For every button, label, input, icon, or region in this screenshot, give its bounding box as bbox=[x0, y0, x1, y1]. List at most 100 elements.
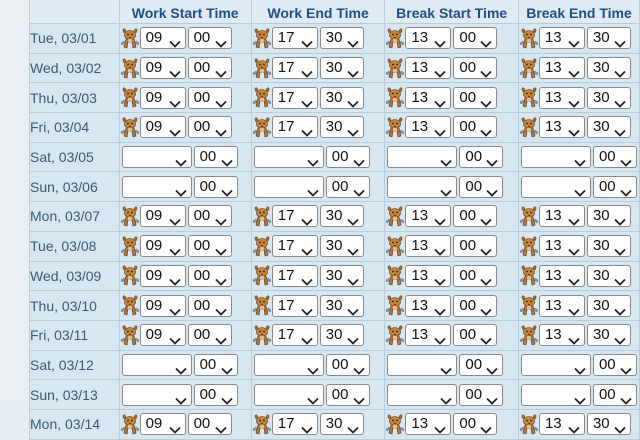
work-end-hour-select[interactable]: 17 bbox=[271, 116, 318, 139]
work-start-minute-select[interactable]: 00 bbox=[193, 353, 238, 376]
work-start-hour-select[interactable]: 09 bbox=[139, 294, 186, 317]
work-start-hour-select[interactable]: 09 bbox=[139, 235, 186, 258]
break-start-hour-select[interactable] bbox=[387, 146, 458, 169]
work-start-minute-select[interactable]: 00 bbox=[187, 116, 232, 139]
break-start-minute-select[interactable]: 00 bbox=[453, 27, 498, 50]
work-start-minute-select[interactable]: 00 bbox=[187, 264, 232, 287]
work-start-hour-select[interactable]: 09 bbox=[139, 264, 186, 287]
work-start-minute-select[interactable]: 00 bbox=[187, 413, 232, 436]
break-start-hour-select[interactable]: 13 bbox=[405, 86, 452, 109]
work-end-minute-select[interactable]: 30 bbox=[319, 57, 364, 80]
break-start-hour-select[interactable]: 13 bbox=[405, 324, 452, 347]
work-end-minute-select[interactable]: 30 bbox=[319, 413, 364, 436]
break-end-hour-select[interactable] bbox=[520, 146, 591, 169]
break-start-hour-select[interactable]: 13 bbox=[405, 413, 452, 436]
work-end-minute-select[interactable]: 30 bbox=[319, 86, 364, 109]
break-end-hour-select[interactable] bbox=[520, 175, 591, 198]
break-start-minute-select[interactable]: 00 bbox=[453, 324, 498, 347]
break-end-minute-select[interactable]: 30 bbox=[586, 264, 631, 287]
work-start-hour-select[interactable] bbox=[121, 146, 192, 169]
break-start-hour-select[interactable] bbox=[387, 175, 458, 198]
work-start-minute-select[interactable]: 00 bbox=[187, 86, 232, 109]
work-end-hour-select[interactable] bbox=[253, 146, 324, 169]
break-end-hour-select[interactable]: 13 bbox=[538, 57, 585, 80]
break-start-hour-select[interactable]: 13 bbox=[405, 205, 452, 228]
work-end-hour-select[interactable]: 17 bbox=[271, 235, 318, 258]
work-start-hour-select[interactable]: 09 bbox=[139, 86, 186, 109]
break-start-minute-select[interactable]: 00 bbox=[453, 294, 498, 317]
work-end-hour-select[interactable] bbox=[253, 383, 324, 406]
break-start-minute-select[interactable]: 00 bbox=[453, 116, 498, 139]
work-end-minute-select[interactable]: 30 bbox=[319, 264, 364, 287]
work-start-minute-select[interactable]: 00 bbox=[193, 175, 238, 198]
break-start-hour-select[interactable]: 13 bbox=[405, 116, 452, 139]
work-end-minute-select[interactable]: 00 bbox=[325, 353, 370, 376]
work-end-hour-select[interactable]: 17 bbox=[271, 413, 318, 436]
break-end-minute-select[interactable]: 30 bbox=[586, 57, 631, 80]
work-end-minute-select[interactable]: 00 bbox=[325, 383, 370, 406]
work-start-minute-select[interactable]: 00 bbox=[193, 146, 238, 169]
break-end-minute-select[interactable]: 30 bbox=[586, 27, 631, 50]
work-start-minute-select[interactable]: 00 bbox=[187, 294, 232, 317]
work-start-minute-select[interactable]: 00 bbox=[187, 27, 232, 50]
work-start-hour-select[interactable]: 09 bbox=[139, 57, 186, 80]
break-start-minute-select[interactable]: 00 bbox=[453, 264, 498, 287]
break-start-hour-select[interactable]: 13 bbox=[405, 294, 452, 317]
work-start-hour-select[interactable] bbox=[121, 353, 192, 376]
break-start-hour-select[interactable] bbox=[387, 353, 458, 376]
break-end-hour-select[interactable]: 13 bbox=[538, 27, 585, 50]
break-end-minute-select[interactable]: 30 bbox=[586, 116, 631, 139]
break-end-hour-select[interactable]: 13 bbox=[538, 413, 585, 436]
break-end-hour-select[interactable]: 13 bbox=[538, 235, 585, 258]
work-end-minute-select[interactable]: 30 bbox=[319, 324, 364, 347]
work-end-minute-select[interactable]: 30 bbox=[319, 294, 364, 317]
break-end-hour-select[interactable]: 13 bbox=[538, 116, 585, 139]
break-end-hour-select[interactable]: 13 bbox=[538, 264, 585, 287]
break-end-minute-select[interactable]: 00 bbox=[592, 353, 637, 376]
break-start-minute-select[interactable]: 00 bbox=[453, 205, 498, 228]
break-start-minute-select[interactable]: 00 bbox=[459, 353, 504, 376]
work-start-hour-select[interactable]: 09 bbox=[139, 205, 186, 228]
work-end-hour-select[interactable]: 17 bbox=[271, 57, 318, 80]
work-end-minute-select[interactable]: 00 bbox=[325, 146, 370, 169]
break-start-hour-select[interactable] bbox=[387, 383, 458, 406]
break-end-hour-select[interactable] bbox=[520, 383, 591, 406]
work-start-hour-select[interactable]: 09 bbox=[139, 413, 186, 436]
work-start-hour-select[interactable] bbox=[121, 175, 192, 198]
work-end-hour-select[interactable]: 17 bbox=[271, 86, 318, 109]
work-start-hour-select[interactable]: 09 bbox=[139, 324, 186, 347]
work-start-minute-select[interactable]: 00 bbox=[187, 205, 232, 228]
break-end-minute-select[interactable]: 30 bbox=[586, 324, 631, 347]
break-end-minute-select[interactable]: 30 bbox=[586, 205, 631, 228]
work-start-minute-select[interactable]: 00 bbox=[187, 57, 232, 80]
break-start-minute-select[interactable]: 00 bbox=[459, 383, 504, 406]
break-start-minute-select[interactable]: 00 bbox=[453, 86, 498, 109]
break-start-hour-select[interactable]: 13 bbox=[405, 235, 452, 258]
work-start-minute-select[interactable]: 00 bbox=[193, 383, 238, 406]
break-end-minute-select[interactable]: 30 bbox=[586, 294, 631, 317]
work-start-minute-select[interactable]: 00 bbox=[187, 324, 232, 347]
work-end-hour-select[interactable]: 17 bbox=[271, 324, 318, 347]
break-start-hour-select[interactable]: 13 bbox=[405, 27, 452, 50]
work-end-minute-select[interactable]: 00 bbox=[325, 175, 370, 198]
break-end-hour-select[interactable]: 13 bbox=[538, 324, 585, 347]
break-end-minute-select[interactable]: 00 bbox=[592, 383, 637, 406]
work-end-hour-select[interactable] bbox=[253, 353, 324, 376]
work-end-hour-select[interactable]: 17 bbox=[271, 205, 318, 228]
break-start-hour-select[interactable]: 13 bbox=[405, 57, 452, 80]
work-end-minute-select[interactable]: 30 bbox=[319, 116, 364, 139]
work-start-hour-select[interactable]: 09 bbox=[139, 116, 186, 139]
break-end-hour-select[interactable]: 13 bbox=[538, 294, 585, 317]
break-end-minute-select[interactable]: 30 bbox=[586, 413, 631, 436]
break-start-hour-select[interactable]: 13 bbox=[405, 264, 452, 287]
work-start-hour-select[interactable] bbox=[121, 383, 192, 406]
work-end-hour-select[interactable] bbox=[253, 175, 324, 198]
work-start-minute-select[interactable]: 00 bbox=[187, 235, 232, 258]
break-start-minute-select[interactable]: 00 bbox=[459, 175, 504, 198]
work-end-minute-select[interactable]: 30 bbox=[319, 27, 364, 50]
work-start-hour-select[interactable]: 09 bbox=[139, 27, 186, 50]
break-start-minute-select[interactable]: 00 bbox=[459, 146, 504, 169]
break-end-hour-select[interactable]: 13 bbox=[538, 86, 585, 109]
break-end-minute-select[interactable]: 00 bbox=[592, 146, 637, 169]
work-end-minute-select[interactable]: 30 bbox=[319, 235, 364, 258]
